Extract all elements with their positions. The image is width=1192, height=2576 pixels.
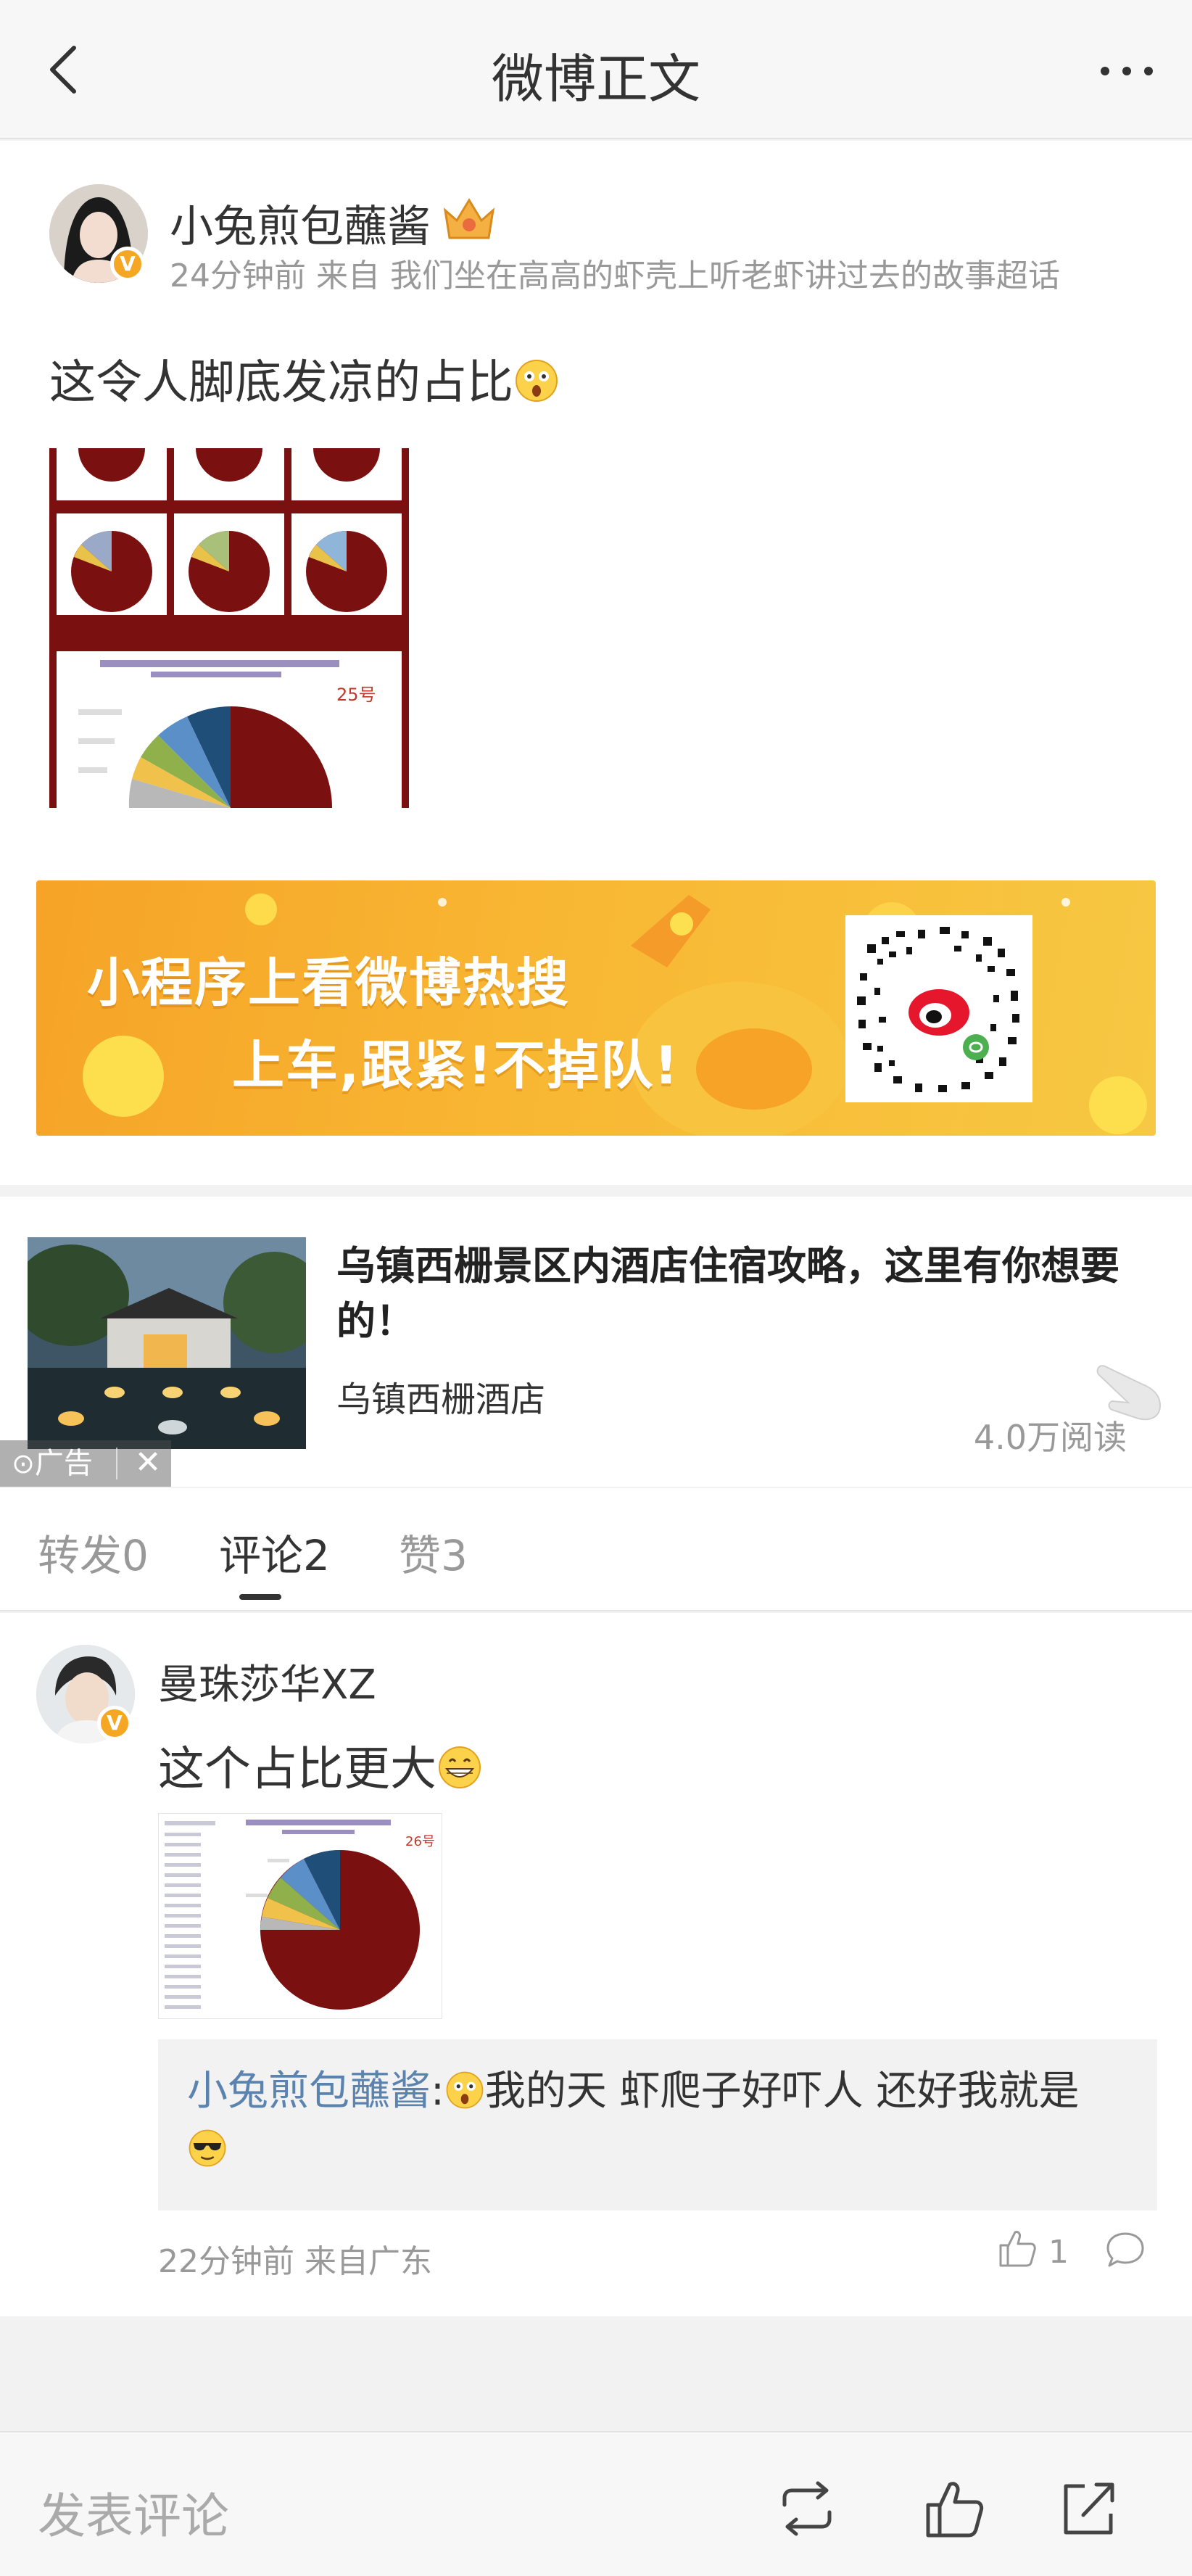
divider xyxy=(116,1448,117,1479)
post-card: V 小兔煎包蘸酱 24分钟前 来自 我们坐在高高的虾壳上听老虾讲过去的故事超话 … xyxy=(0,141,1192,1185)
mini-program-banner[interactable]: 小程序上看微博热搜 上车,跟紧!不掉队! xyxy=(36,880,1156,1136)
ad-card[interactable]: 乌镇西栅景区内酒店住宿攻略，这里有你想要的！ 乌镇西栅酒店 4.0万阅读 ⊙广告… xyxy=(0,1197,1192,1487)
more-horizontal-icon[interactable] xyxy=(1090,41,1163,99)
commenter-username[interactable]: 曼珠莎华XZ xyxy=(158,1652,376,1711)
comment-item: V 曼珠莎华XZ 这个占比更大 26号 小兔煎包蘸酱: 我的天 虾爬子好吓人 还… xyxy=(0,1613,1192,2316)
sub-reply-text: 小兔煎包蘸酱: 我的天 虾爬子好吓人 还好我就是 xyxy=(187,2063,1144,2179)
ad-tag: ⊙广告 ✕ xyxy=(0,1440,171,1487)
page-title: 微博正文 xyxy=(491,49,700,110)
ad-info-icon: ⊙ xyxy=(12,1448,35,1479)
top-nav-bar: 微博正文 xyxy=(0,0,1192,139)
comment-text-content: 这个占比更大 xyxy=(158,1743,436,1796)
comment-image[interactable]: 26号 xyxy=(158,1813,442,2019)
active-tab-indicator xyxy=(239,1594,281,1600)
post-meta: 24分钟前 来自 我们坐在高高的虾壳上听老虾讲过去的故事超话 xyxy=(170,257,1060,294)
like-count: 1 xyxy=(1048,2234,1069,2271)
repost-icon[interactable] xyxy=(774,2476,840,2541)
post-username[interactable]: 小兔煎包蘸酱 xyxy=(170,191,431,255)
banner-line-2: 上车,跟紧!不掉队! xyxy=(232,1035,680,1096)
bottom-action-bar: 发表评论 xyxy=(0,2431,1192,2576)
comment-meta: 22分钟前 来自广东 xyxy=(158,2243,432,2280)
interaction-tabs: 转发0 评论2 赞3 xyxy=(0,1488,1192,1611)
verified-badge: V xyxy=(97,1706,132,1741)
ad-subtitle: 乌镇西栅酒店 xyxy=(336,1379,546,1420)
reply-username[interactable]: 小兔煎包蘸酱 xyxy=(187,2068,431,2115)
crown-icon xyxy=(443,198,495,239)
pie-number-label: 26号 xyxy=(405,1834,435,1849)
ad-image[interactable] xyxy=(28,1237,306,1449)
ad-title[interactable]: 乌镇西栅景区内酒店住宿攻略，这里有你想要的！ xyxy=(336,1239,1156,1349)
reply-content: 我的天 虾爬子好吓人 还好我就是 xyxy=(484,2068,1080,2115)
post-text: 这令人脚底发凉的占比 xyxy=(49,345,560,412)
pie-number-label: 25号 xyxy=(336,685,376,705)
ad-read-count: 4.0万阅读 xyxy=(973,1418,1127,1457)
qr-code xyxy=(845,915,1032,1102)
thumbs-up-icon[interactable] xyxy=(995,2226,1038,2270)
tab-likes[interactable]: 赞3 xyxy=(399,1522,468,1582)
verified-badge: V xyxy=(110,247,145,281)
reply-separator: : xyxy=(431,2068,444,2115)
post-text-content: 这令人脚底发凉的占比 xyxy=(49,356,513,410)
close-icon[interactable]: ✕ xyxy=(128,1440,168,1487)
thumbs-up-icon[interactable] xyxy=(921,2476,986,2541)
comment-text: 这个占比更大 xyxy=(158,1732,483,1799)
shocked-emoji-icon xyxy=(516,360,558,402)
share-icon[interactable] xyxy=(1056,2476,1121,2541)
banner-line-1: 小程序上看微博热搜 xyxy=(87,952,571,1013)
comment-input[interactable]: 发表评论 xyxy=(38,2477,229,2547)
post-image[interactable]: 25号 xyxy=(49,448,409,808)
comment-bubble-icon[interactable] xyxy=(1104,2228,1147,2271)
sub-reply[interactable]: 小兔煎包蘸酱: 我的天 虾爬子好吓人 还好我就是 xyxy=(158,2039,1157,2210)
tab-reposts[interactable]: 转发0 xyxy=(38,1522,149,1582)
tab-comments[interactable]: 评论2 xyxy=(219,1522,330,1582)
grin-emoji-icon xyxy=(439,1746,481,1788)
sunglasses-emoji-icon xyxy=(189,2129,226,2167)
ad-label-text: 广告 xyxy=(34,1447,93,1480)
shocked-emoji-icon xyxy=(446,2071,484,2109)
